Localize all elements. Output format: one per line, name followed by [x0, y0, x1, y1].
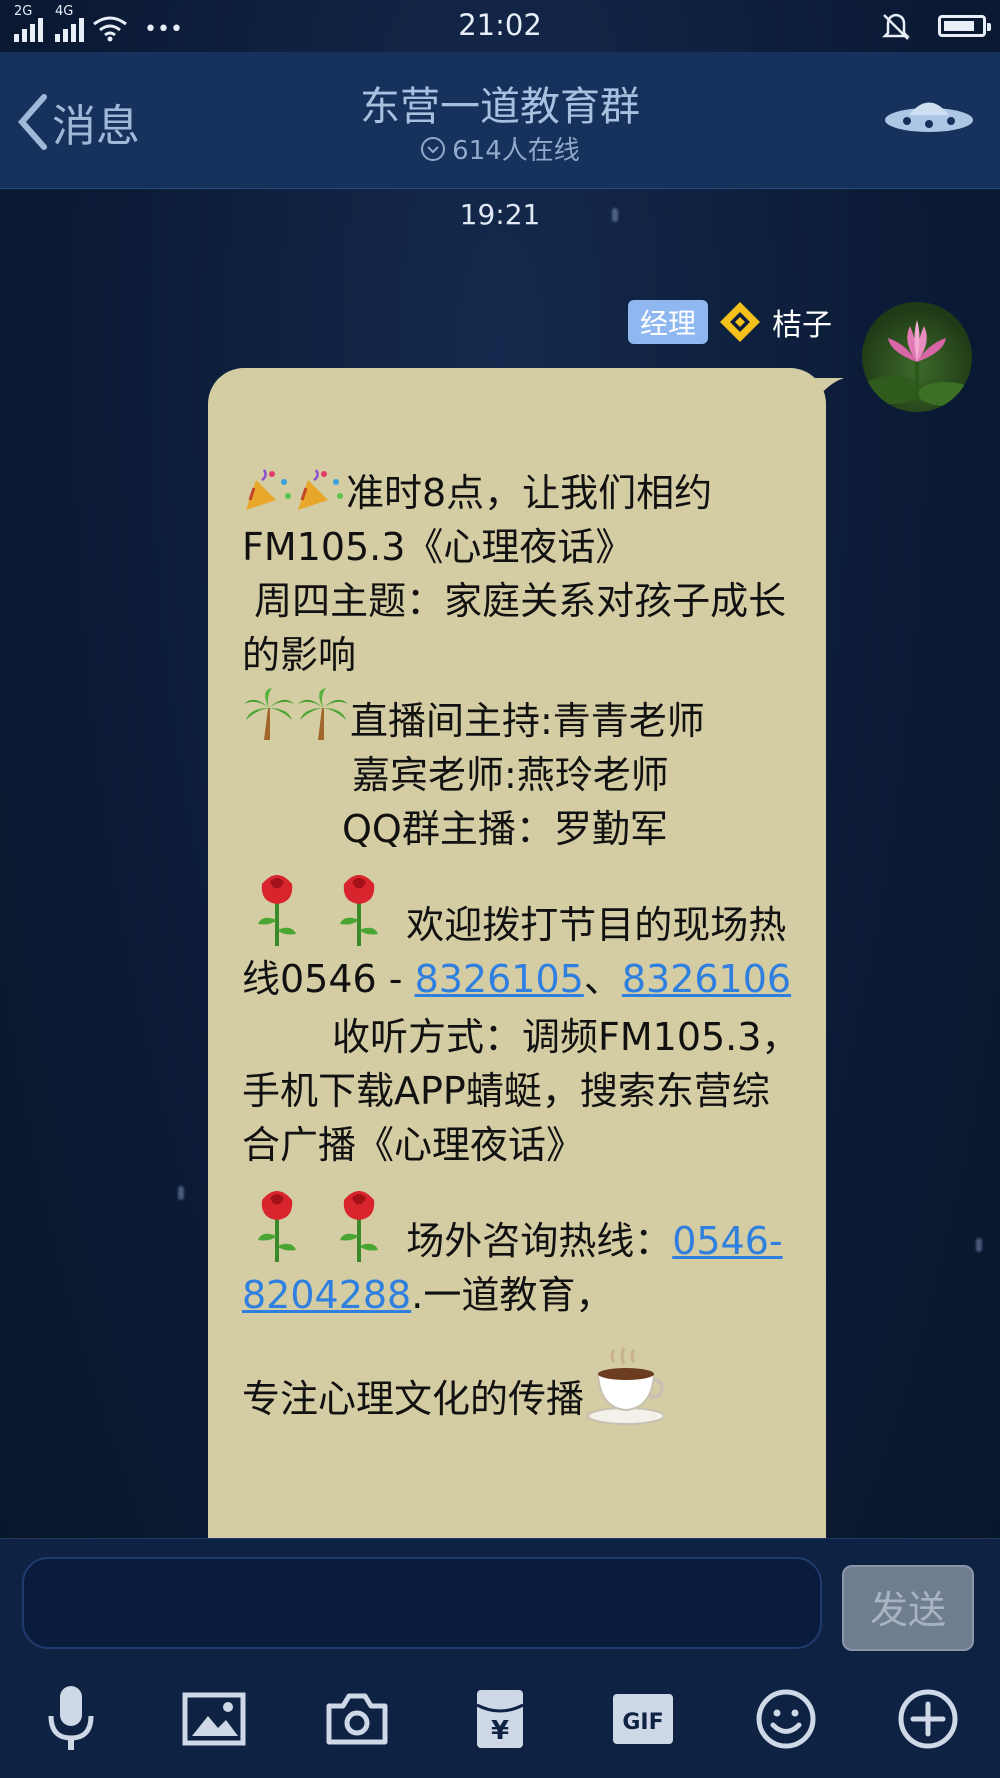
online-count[interactable]: 614人在线 — [0, 130, 1000, 167]
sender-name: 桔子 — [772, 308, 832, 343]
red-packet-button[interactable]: ¥ — [465, 1684, 535, 1754]
sender-info: 经理 桔子 — [627, 300, 832, 344]
camera-icon — [326, 1693, 388, 1745]
gif-button[interactable]: GIF — [608, 1684, 678, 1754]
plus-circle-icon — [898, 1689, 958, 1749]
message-text: 准时8点，让我们相约FM105.3《心理夜话》 周四主题：家庭关系对孩子成长的影… — [242, 466, 802, 1432]
avatar[interactable] — [862, 302, 972, 412]
camera-button[interactable] — [322, 1684, 392, 1754]
phone-link[interactable]: 8326105 — [415, 957, 584, 1001]
chat-header: 消息 东营一道教育群 614人在线 — [0, 52, 1000, 189]
emoji-button[interactable] — [751, 1684, 821, 1754]
gif-icon: GIF — [612, 1694, 673, 1744]
phone-link[interactable]: 8326106 — [622, 957, 791, 1001]
microphone-icon — [48, 1686, 94, 1750]
svg-text:¥: ¥ — [491, 1716, 509, 1746]
status-bar: 2G 4G ••• 21:02 — [0, 0, 1000, 52]
role-badge: 经理 — [627, 300, 708, 344]
chat-toolbar: ¥ GIF — [0, 1660, 1000, 1778]
party-popper-icon — [246, 469, 291, 510]
status-time: 21:02 — [458, 8, 542, 42]
background-star — [976, 1238, 982, 1252]
chevron-down-circle-icon — [421, 136, 446, 161]
group-menu-ufo-icon[interactable] — [882, 88, 976, 138]
input-bar: 发送 — [0, 1538, 1000, 1661]
background-star — [178, 1186, 184, 1200]
rose-icon — [340, 875, 379, 946]
palm-tree-icon — [298, 688, 348, 740]
rose-icon — [258, 1191, 296, 1262]
battery-icon — [938, 15, 991, 37]
smiley-icon — [756, 1689, 816, 1749]
group-title[interactable]: 东营一道教育群 — [0, 74, 1000, 132]
more-button[interactable] — [893, 1684, 963, 1754]
send-button[interactable]: 发送 — [842, 1565, 974, 1651]
message-input[interactable] — [22, 1557, 822, 1649]
coffee-cup-icon — [587, 1347, 666, 1425]
bell-muted-icon — [882, 13, 910, 40]
svg-text:GIF: GIF — [622, 1710, 663, 1735]
party-popper-icon — [298, 469, 343, 510]
message-timestamp: 19:21 — [459, 198, 541, 231]
bubble-tail — [812, 378, 844, 406]
image-icon — [182, 1692, 246, 1746]
voice-button[interactable] — [36, 1684, 106, 1754]
photo-button[interactable] — [179, 1684, 249, 1754]
palm-tree-icon — [244, 688, 294, 740]
rose-icon — [340, 1191, 379, 1262]
rose-icon — [258, 875, 296, 946]
red-packet-icon: ¥ — [476, 1690, 524, 1748]
diamond-badge-icon — [720, 302, 760, 342]
